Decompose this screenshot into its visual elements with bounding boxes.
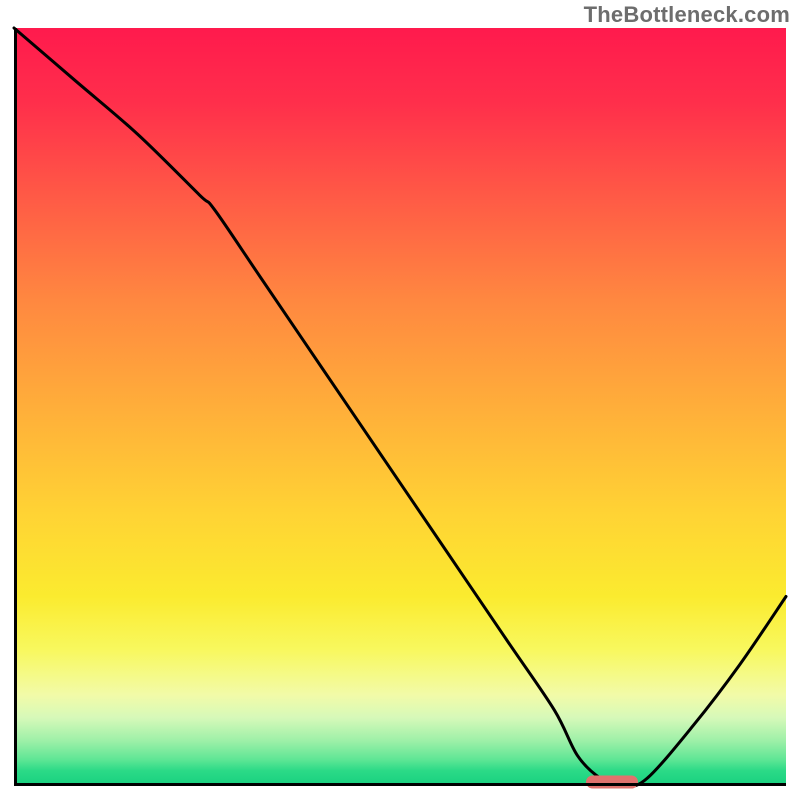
x-axis-line [14,783,786,786]
chart-plot-area [14,28,786,786]
bottleneck-curve [14,28,786,786]
y-axis-line [14,28,17,786]
attribution-text: TheBottleneck.com [584,2,790,28]
